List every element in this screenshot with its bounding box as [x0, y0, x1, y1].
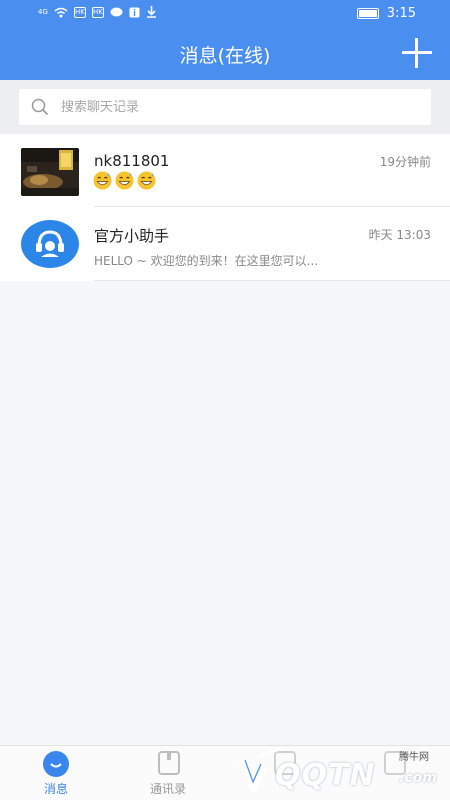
add-button[interactable] — [402, 38, 432, 68]
status-icons-left: 4G HK HK — [38, 6, 157, 18]
watermark: QQTN 腾牛网 .com — [238, 746, 444, 796]
search-bar — [0, 80, 450, 134]
conversation-name: nk811801 — [94, 152, 170, 170]
divider — [94, 280, 450, 281]
watermark-site: 腾牛网 — [399, 752, 429, 763]
headset-icon — [36, 230, 64, 257]
plus-icon-vertical — [415, 38, 418, 68]
battery-icon — [356, 8, 379, 19]
grinning-sweat-emoji-icon — [93, 171, 112, 190]
avatar-photo-image — [21, 148, 79, 196]
search-icon — [31, 98, 49, 116]
tab-messages[interactable]: 消息 — [0, 746, 112, 800]
app-header: 消息(在线) — [0, 28, 450, 80]
tab-label: 消息 — [43, 782, 68, 796]
contacts-icon — [158, 751, 180, 775]
conversation-time: 昨天 13:03 — [368, 228, 431, 242]
message-bubble-icon — [110, 7, 123, 16]
watermark-brand: QQTN — [275, 758, 376, 793]
tab-label: 通讯录 — [149, 782, 186, 796]
conversation-time: 19分钟前 — [379, 155, 431, 169]
chat-icon — [43, 751, 69, 777]
avatar — [21, 148, 79, 196]
status-icons-right: 3:15 — [356, 6, 416, 21]
grinning-sweat-emoji-icon — [137, 171, 156, 190]
search-input[interactable] — [61, 89, 421, 125]
download-icon — [146, 6, 156, 18]
hk-badge-icon: HK — [73, 6, 86, 18]
hk-badge-icon-2: HK — [91, 6, 104, 18]
info-icon — [129, 7, 140, 17]
conversation-item-nk811801[interactable]: nk811801 19分钟前 — [0, 134, 450, 207]
conversation-name: 官方小助手 — [94, 227, 170, 245]
watermark-domain: .com — [399, 770, 437, 786]
conversation-list: nk811801 19分钟前 官方小助手 昨天 13:03 HELLO ~ 欢迎… — [0, 134, 450, 281]
conversation-preview: HELLO ~ 欢迎您的到来！在这里您可以... — [94, 254, 319, 268]
network-type: 4G — [38, 8, 48, 16]
search-box[interactable] — [19, 89, 431, 125]
grinning-sweat-emoji-icon — [115, 171, 134, 190]
conversation-preview — [93, 171, 156, 190]
page-title: 消息(在线) — [179, 45, 271, 67]
status-time: 3:15 — [386, 6, 416, 21]
wifi-icon — [54, 7, 68, 17]
avatar — [21, 220, 79, 268]
conversation-item-official-assistant[interactable]: 官方小助手 昨天 13:03 HELLO ~ 欢迎您的到来！在这里您可以... — [0, 207, 450, 281]
status-bar: 4G HK HK 3:15 — [0, 0, 450, 28]
tab-contacts[interactable]: 通讯录 — [112, 746, 224, 800]
